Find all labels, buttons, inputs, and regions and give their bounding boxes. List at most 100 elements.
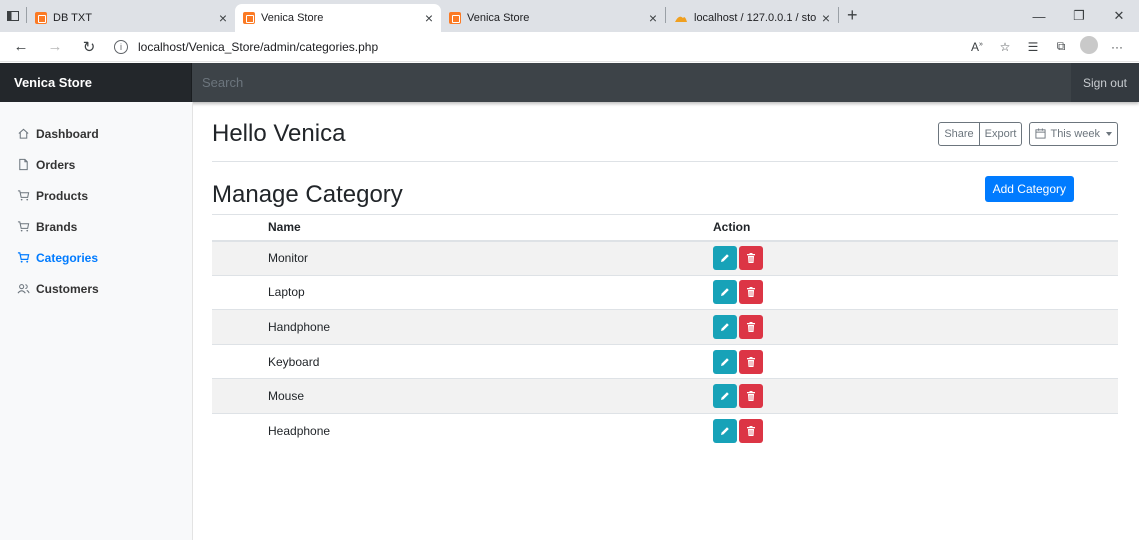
trash-icon xyxy=(745,425,757,437)
tab-title: localhost / 127.0.0.1 / store | php xyxy=(694,12,816,24)
sidebar-item-products[interactable]: Products xyxy=(0,180,192,211)
home-icon xyxy=(16,127,30,141)
main-content: Hello Venica Share Export This week Mana… xyxy=(212,102,1118,449)
row-spacer xyxy=(212,343,268,379)
pencil-icon xyxy=(719,252,731,264)
edit-button[interactable] xyxy=(713,384,737,409)
cart-icon xyxy=(16,220,30,234)
sign-out-link[interactable]: Sign out xyxy=(1071,76,1139,90)
column-header-action: Action xyxy=(713,214,1118,242)
close-tab-icon[interactable]: × xyxy=(822,10,830,26)
sidebar: Dashboard Orders Products Brands Categor… xyxy=(0,102,193,540)
site-info-icon[interactable]: i xyxy=(114,39,128,54)
address-bar-actions: A» ☆ ☰ ⧉ ··· xyxy=(963,36,1131,57)
share-export-group: Share Export xyxy=(938,121,1023,146)
delete-button[interactable] xyxy=(739,280,763,305)
close-tab-icon[interactable]: × xyxy=(649,10,657,26)
delete-button[interactable] xyxy=(739,384,763,409)
category-name: Keyboard xyxy=(268,343,713,379)
tab-title: Venica Store xyxy=(467,12,530,24)
pencil-icon xyxy=(719,286,731,298)
row-spacer xyxy=(212,274,268,310)
profile-avatar[interactable] xyxy=(1075,36,1103,57)
add-category-button[interactable]: Add Category xyxy=(984,176,1074,202)
tab-title: DB TXT xyxy=(53,12,92,24)
edit-button[interactable] xyxy=(713,314,737,339)
table-row: Mouse xyxy=(212,378,1118,414)
sidebar-item-label: Products xyxy=(36,188,89,203)
share-button[interactable]: Share xyxy=(938,121,980,146)
table-header-spacer xyxy=(212,214,268,242)
more-menu-icon[interactable]: ··· xyxy=(1103,40,1131,54)
minimize-icon[interactable]: — xyxy=(1019,9,1059,24)
sidebar-item-label: Customers xyxy=(36,281,99,296)
column-header-name: Name xyxy=(268,214,713,242)
delete-button[interactable] xyxy=(739,349,763,374)
search-input[interactable] xyxy=(192,63,1071,102)
xampp-favicon-icon xyxy=(243,12,255,24)
category-name: Handphone xyxy=(268,309,713,345)
restore-icon[interactable]: ❐ xyxy=(1059,8,1099,24)
table-row: Handphone xyxy=(212,309,1118,345)
delete-button[interactable] xyxy=(739,314,763,339)
table-header-row: Name Action xyxy=(212,214,1118,242)
refresh-icon[interactable]: ↻ xyxy=(76,38,102,56)
sidebar-item-dashboard[interactable]: Dashboard xyxy=(0,118,192,149)
sidebar-item-categories[interactable]: Categories xyxy=(0,242,192,273)
new-tab-icon[interactable]: + xyxy=(839,5,866,26)
sidebar-item-orders[interactable]: Orders xyxy=(0,149,192,180)
edit-button[interactable] xyxy=(713,349,737,374)
browser-tab-db-txt[interactable]: DB TXT × xyxy=(27,4,235,32)
category-name: Mouse xyxy=(268,378,713,414)
sidebar-item-label: Categories xyxy=(36,250,99,265)
page-title: Manage Category xyxy=(212,181,403,208)
collections-icon[interactable]: ⧉ xyxy=(1047,39,1075,54)
edit-button[interactable] xyxy=(713,246,737,271)
row-spacer xyxy=(212,309,268,345)
add-favorite-icon[interactable]: ☆ xyxy=(991,40,1019,54)
pencil-icon xyxy=(719,425,731,437)
browser-tab-phpmyadmin[interactable]: localhost / 127.0.0.1 / store | php × xyxy=(666,4,838,32)
window-close-icon[interactable]: ✕ xyxy=(1099,8,1139,24)
trash-icon xyxy=(745,252,757,264)
xampp-favicon-icon xyxy=(35,12,47,24)
table-row: Headphone xyxy=(212,412,1118,449)
brand-logo[interactable]: Venica Store xyxy=(0,63,192,102)
export-button[interactable]: Export xyxy=(979,121,1023,146)
forward-icon[interactable]: → xyxy=(42,38,68,55)
row-actions xyxy=(713,240,1118,276)
edit-button[interactable] xyxy=(713,419,737,444)
sidebar-item-brands[interactable]: Brands xyxy=(0,211,192,242)
url-text: localhost/Venica_Store/admin/categories.… xyxy=(138,39,379,54)
window-controls: — ❐ ✕ xyxy=(1019,0,1139,32)
delete-button[interactable] xyxy=(739,419,763,444)
table-row: Laptop xyxy=(212,274,1118,310)
row-spacer xyxy=(212,240,268,276)
sidebar-item-label: Dashboard xyxy=(36,126,99,141)
page-greeting: Hello Venica xyxy=(212,119,346,147)
delete-button[interactable] xyxy=(739,246,763,271)
users-icon xyxy=(16,282,30,296)
close-tab-icon[interactable]: × xyxy=(219,10,227,26)
browser-tab-venica-store[interactable]: Venica Store × xyxy=(441,4,665,32)
table-body: Monitor Laptop Handphone Keyboard Mouse Headp… xyxy=(212,240,1118,449)
address-bar: ← → ↻ i localhost/Venica_Store/admin/cat… xyxy=(0,32,1139,62)
sidebar-item-customers[interactable]: Customers xyxy=(0,273,192,304)
row-actions xyxy=(713,309,1118,345)
favorites-icon[interactable]: ☰ xyxy=(1019,40,1047,54)
browser-tab-strip: DB TXT × Venica Store × Venica Store × l… xyxy=(0,0,1139,32)
back-icon[interactable]: ← xyxy=(8,38,34,55)
trash-icon xyxy=(745,286,757,298)
xampp-favicon-icon xyxy=(449,12,461,24)
row-actions xyxy=(713,274,1118,310)
tab-actions-icon[interactable] xyxy=(0,0,26,32)
edit-button[interactable] xyxy=(713,280,737,305)
close-tab-icon[interactable]: × xyxy=(425,10,433,26)
url-field[interactable]: i localhost/Venica_Store/admin/categorie… xyxy=(114,39,963,54)
browser-tab-venica-store-active[interactable]: Venica Store × xyxy=(235,4,441,32)
trash-icon xyxy=(745,321,757,333)
row-actions xyxy=(713,378,1118,414)
read-aloud-icon[interactable]: A» xyxy=(963,40,991,54)
row-spacer xyxy=(212,412,268,449)
period-dropdown[interactable]: This week xyxy=(1029,121,1118,146)
